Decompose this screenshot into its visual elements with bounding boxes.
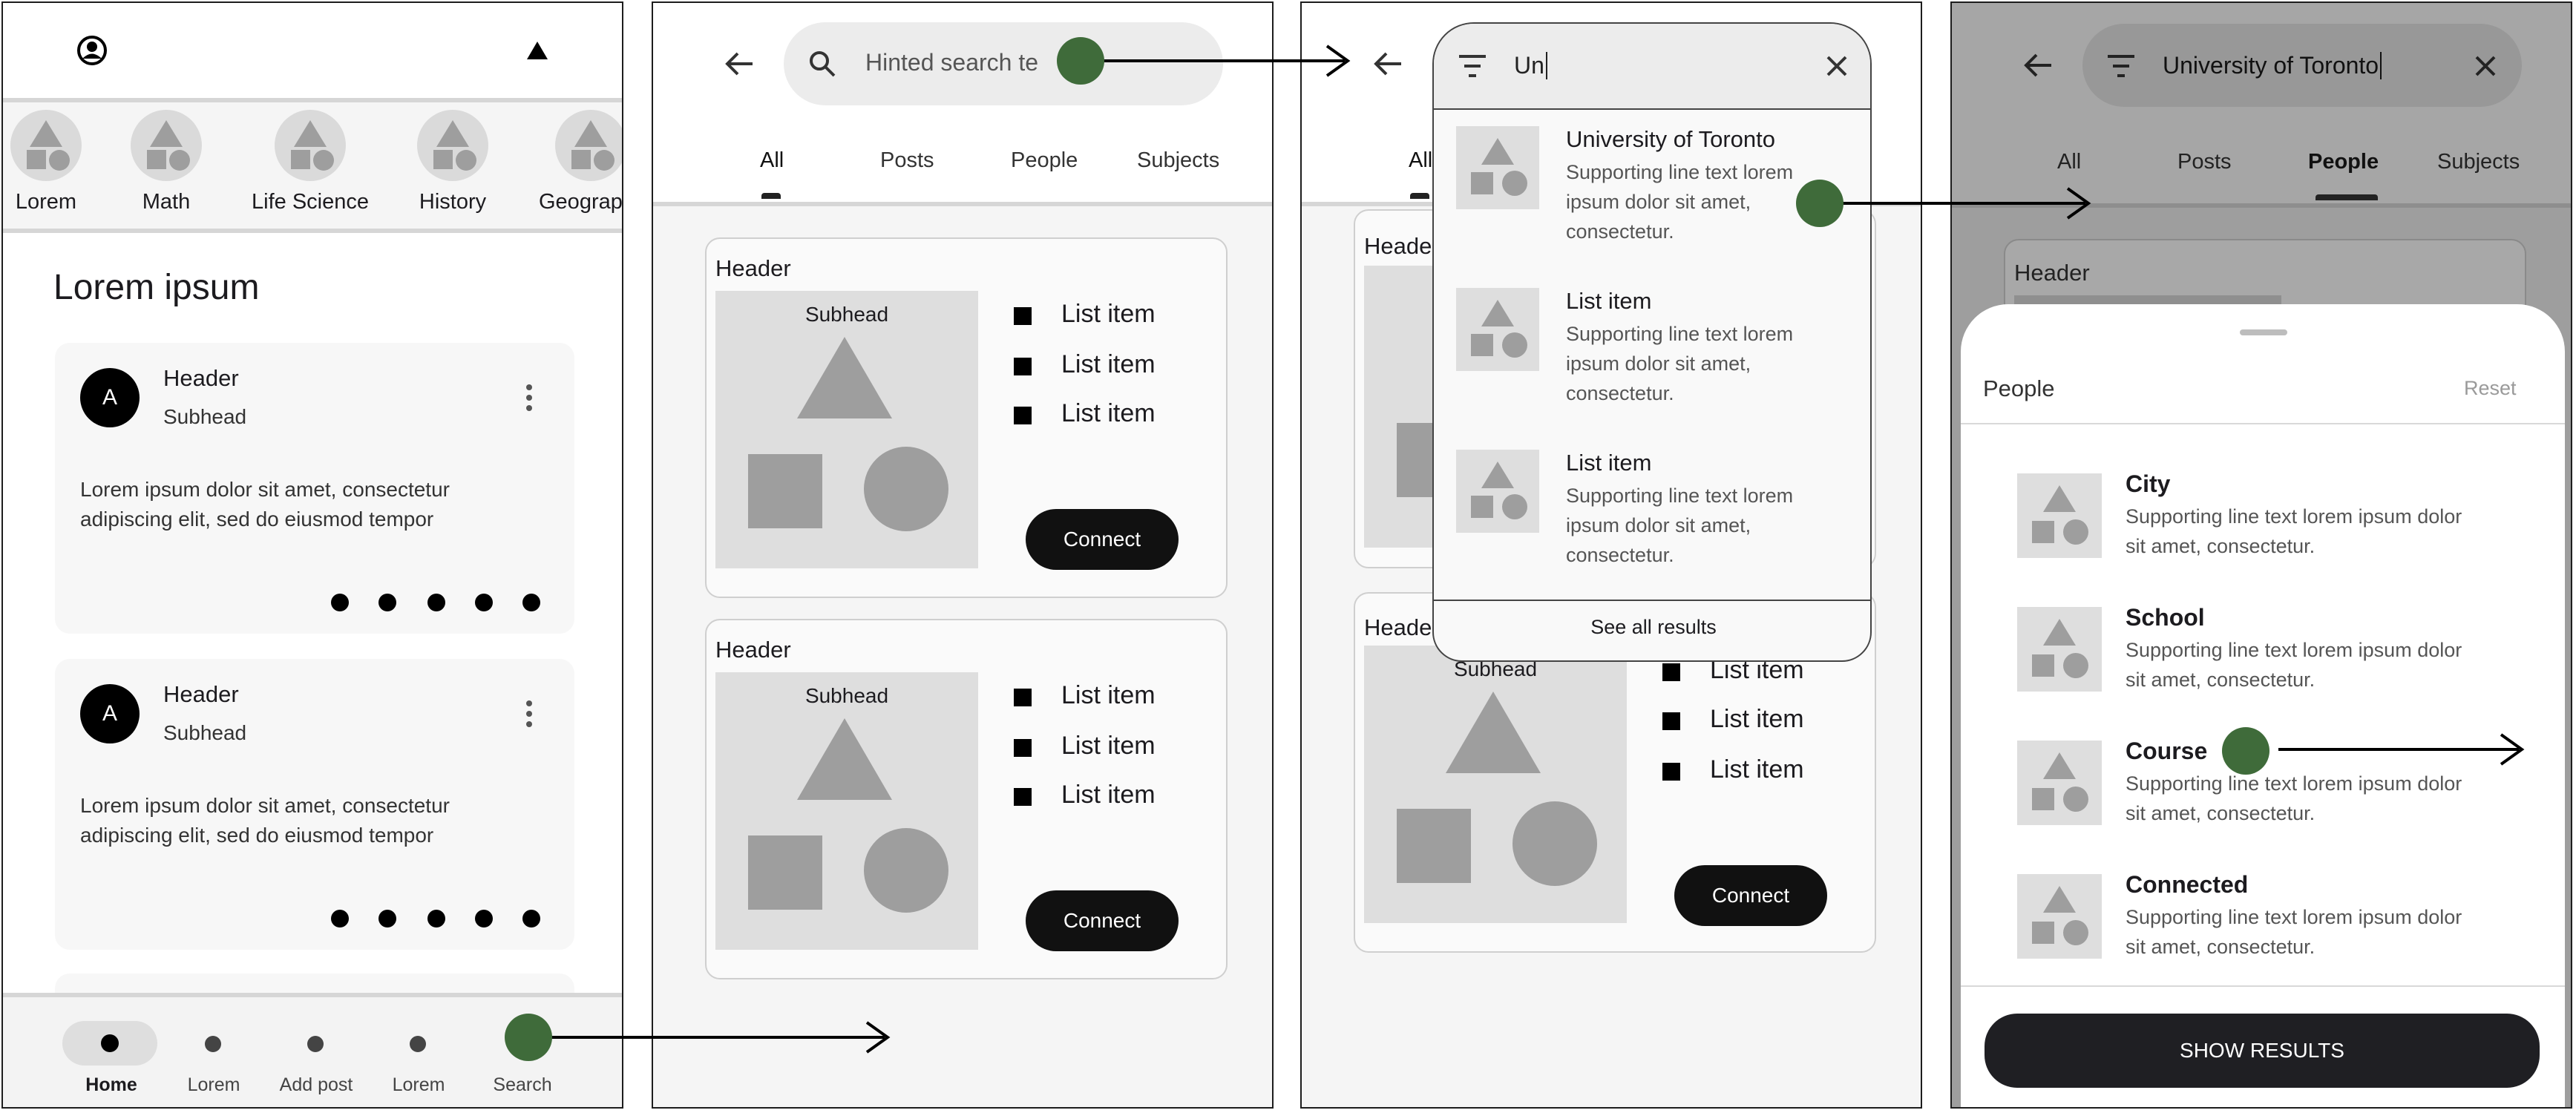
- tap-indicator: [1057, 37, 1104, 85]
- tap-indicator: [505, 1014, 552, 1061]
- flow-arrow-suggestion: [1820, 187, 2091, 220]
- tap-indicator: [2222, 727, 2269, 775]
- flow-arrow-search-input: [1081, 45, 1351, 77]
- flow-overlay: [505, 37, 2525, 1061]
- flow-arrow-search-tap: [528, 1021, 891, 1054]
- flow-arrow-course: [2278, 733, 2525, 766]
- tap-indicator: [1796, 180, 1843, 227]
